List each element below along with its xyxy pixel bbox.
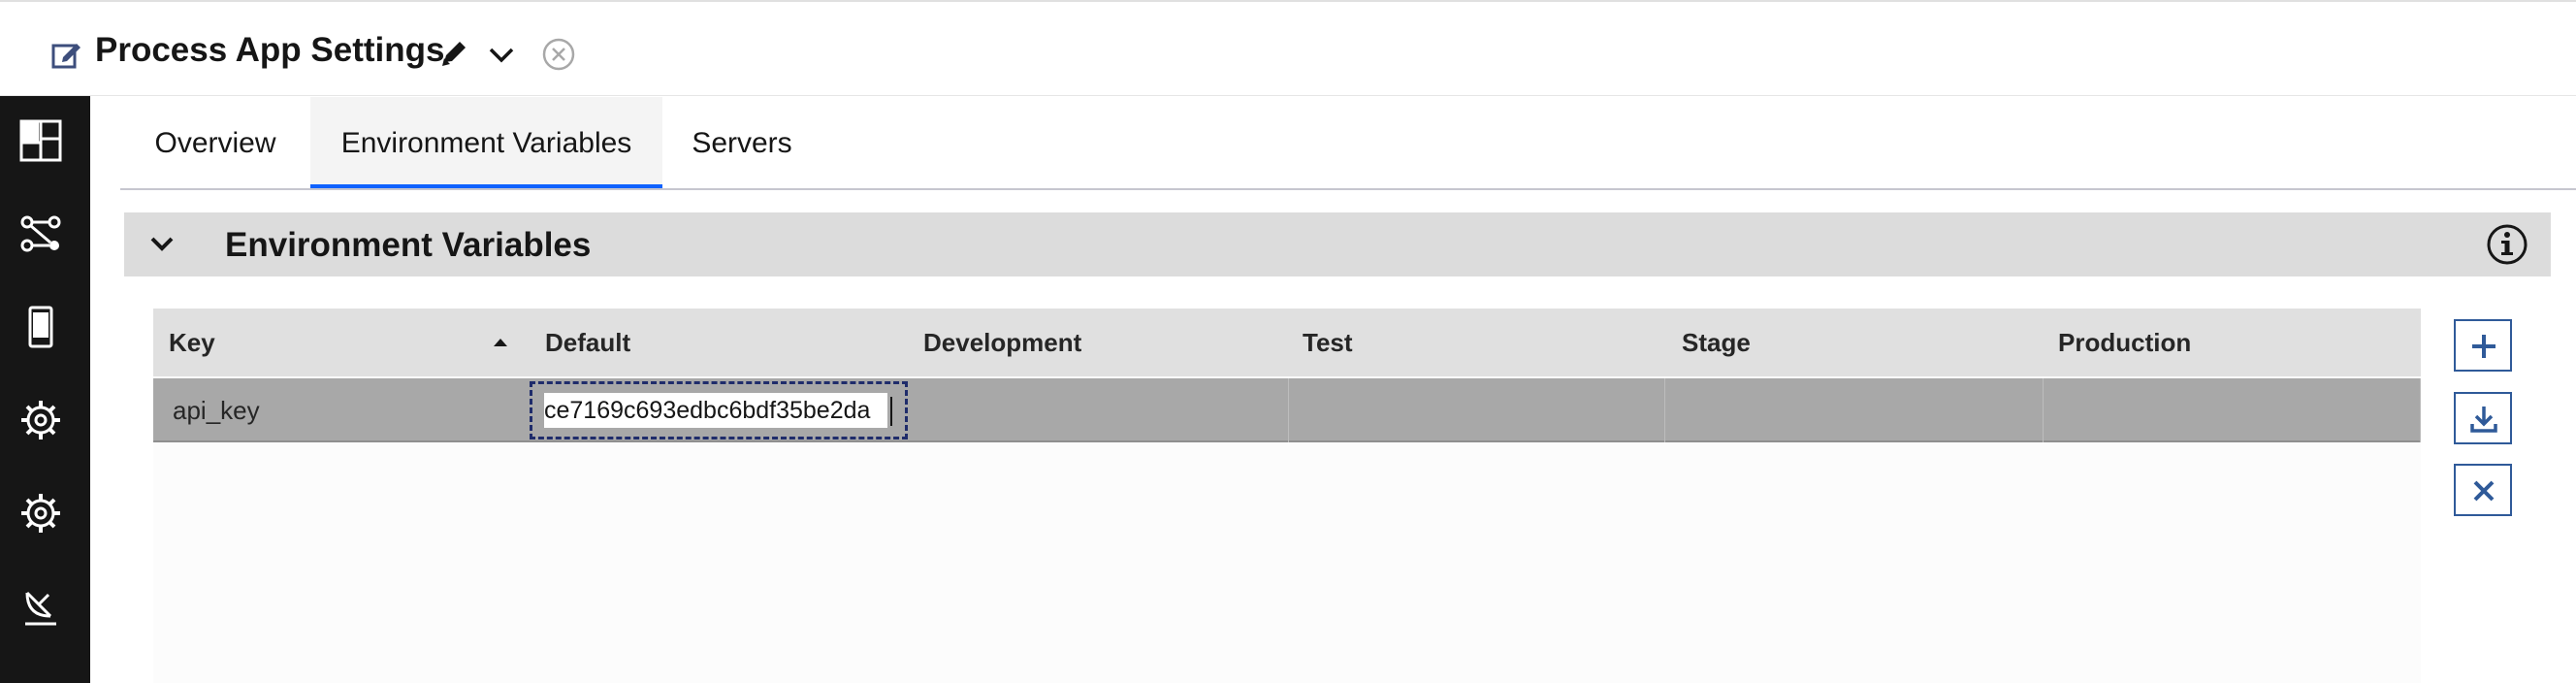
download-icon [2470, 407, 2497, 433]
text-caret [890, 397, 892, 426]
cell-divider [1664, 378, 1665, 442]
gear-icon[interactable] [17, 490, 64, 537]
cell-divider [2043, 378, 2044, 442]
chevron-down-icon[interactable] [485, 39, 518, 72]
flow-nodes-icon[interactable] [17, 211, 64, 257]
table-header: Key Default Development Test Stage Produ… [153, 309, 2421, 376]
left-sidebar [0, 96, 90, 683]
default-value-input[interactable] [544, 393, 887, 428]
cell-default-editor[interactable] [530, 381, 908, 439]
section-title: Environment Variables [225, 226, 592, 264]
page-title: Process App Settings [95, 31, 445, 69]
chevron-down-icon[interactable] [145, 228, 178, 261]
cell-key[interactable]: api_key [173, 378, 260, 442]
tab-environment-variables[interactable]: Environment Variables [310, 97, 662, 190]
tab-overview[interactable]: Overview [120, 97, 310, 190]
column-header-stage[interactable]: Stage [1682, 309, 1751, 376]
mobile-device-icon[interactable] [17, 304, 64, 350]
delete-icon [2473, 480, 2495, 502]
column-header-test[interactable]: Test [1303, 309, 1353, 376]
satellite-dish-icon[interactable] [17, 583, 64, 630]
delete-variable-button[interactable] [2454, 464, 2512, 516]
cell-divider [1288, 378, 1289, 442]
dashboard-grid-icon[interactable] [17, 117, 64, 164]
tab-servers[interactable]: Servers [662, 97, 821, 190]
section-header: Environment Variables [124, 212, 2551, 276]
sort-ascending-icon[interactable] [490, 334, 511, 351]
cell-divider [2420, 378, 2421, 442]
column-header-development[interactable]: Development [923, 309, 1081, 376]
column-header-default[interactable]: Default [545, 309, 630, 376]
column-header-production[interactable]: Production [2058, 309, 2191, 376]
pencil-icon[interactable] [438, 37, 471, 70]
info-icon[interactable] [2485, 222, 2529, 267]
table-row[interactable]: api_key [153, 378, 2421, 442]
gear-badge-icon[interactable] [17, 397, 64, 443]
tab-bar: Overview Environment Variables Servers [120, 97, 2576, 190]
tab-divider [120, 188, 2576, 190]
top-header: Process App Settings [0, 0, 2576, 96]
close-circle-icon[interactable] [539, 35, 578, 74]
process-app-icon [51, 44, 80, 69]
column-header-key[interactable]: Key [169, 309, 215, 376]
add-variable-button[interactable] [2454, 319, 2512, 372]
download-variables-button[interactable] [2454, 392, 2512, 444]
add-icon [2472, 335, 2496, 358]
env-variables-table: Key Default Development Test Stage Produ… [153, 309, 2421, 683]
